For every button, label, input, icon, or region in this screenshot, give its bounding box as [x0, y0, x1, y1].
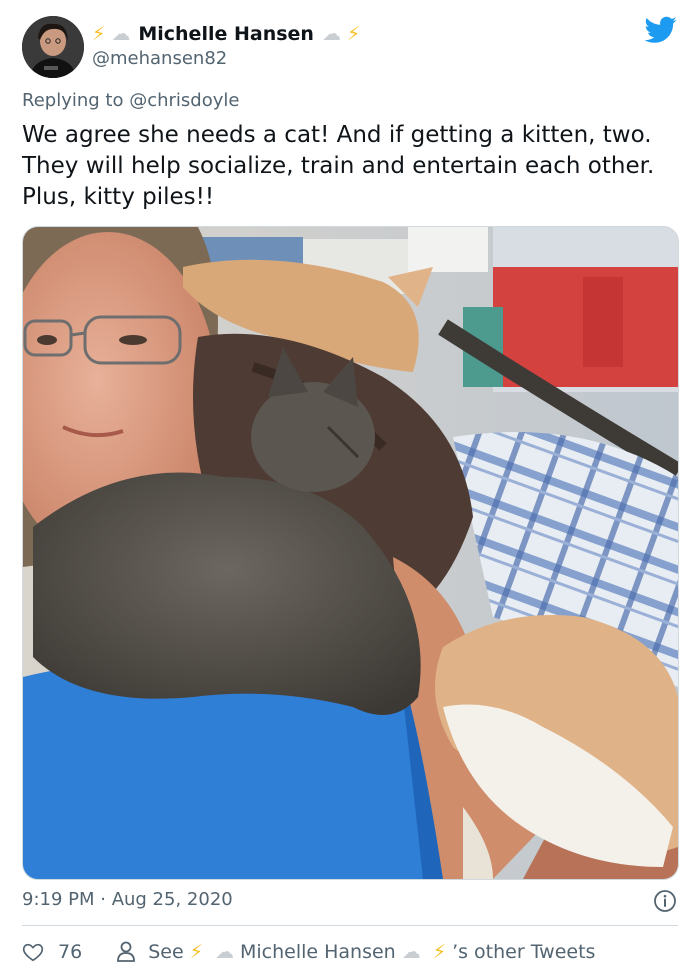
tweet-timestamp[interactable]: 9:19 PM · Aug 25, 2020 — [22, 889, 233, 910]
avatar[interactable] — [22, 16, 84, 78]
other-tweets-suffix[interactable]: ’s other Tweets — [452, 941, 595, 963]
lightning-emoji: ⚡ — [346, 22, 361, 45]
lightning-emoji: ⚡ — [189, 941, 203, 963]
tweet-actions-bar: 76 See ⚡ ☁ Michelle Hansen ☁ ⚡’s other T… — [22, 938, 595, 966]
author-handle[interactable]: @mehansen82 — [92, 48, 227, 69]
cloud-emoji: ☁ — [401, 941, 421, 963]
lightning-emoji: ⚡ — [92, 22, 106, 45]
tweet-photo[interactable] — [22, 226, 679, 880]
other-tweets-author-name[interactable]: Michelle Hansen — [240, 941, 396, 963]
replying-to-line: Replying to @chrisdoyle — [22, 90, 239, 111]
like-count[interactable]: 76 — [58, 941, 82, 963]
tweet-card: ⚡ ☁ Michelle Hansen ☁ ⚡ @mehansen82 Repl… — [0, 0, 700, 980]
person-icon[interactable] — [116, 941, 136, 963]
author-name-row[interactable]: ⚡ ☁ Michelle Hansen ☁ ⚡ — [92, 20, 366, 48]
author-display-name[interactable]: Michelle Hansen — [138, 23, 314, 45]
avatar-image — [22, 16, 84, 78]
heart-icon[interactable] — [22, 941, 44, 963]
cloud-emoji: ☁ — [111, 22, 131, 45]
lightning-emoji: ⚡ — [432, 941, 447, 963]
cloud-emoji: ☁ — [214, 941, 234, 963]
replying-to-label: Replying to — [22, 90, 130, 111]
twitter-bird-icon[interactable] — [645, 16, 677, 44]
info-icon[interactable] — [653, 889, 677, 913]
see-label[interactable]: See — [148, 941, 183, 963]
footer-divider — [22, 925, 678, 926]
cloud-emoji: ☁ — [321, 22, 341, 45]
reply-mention-link[interactable]: @chrisdoyle — [129, 90, 239, 111]
photo-woman-with-cats — [23, 227, 678, 879]
tweet-text: We agree she needs a cat! And if getting… — [22, 122, 655, 210]
